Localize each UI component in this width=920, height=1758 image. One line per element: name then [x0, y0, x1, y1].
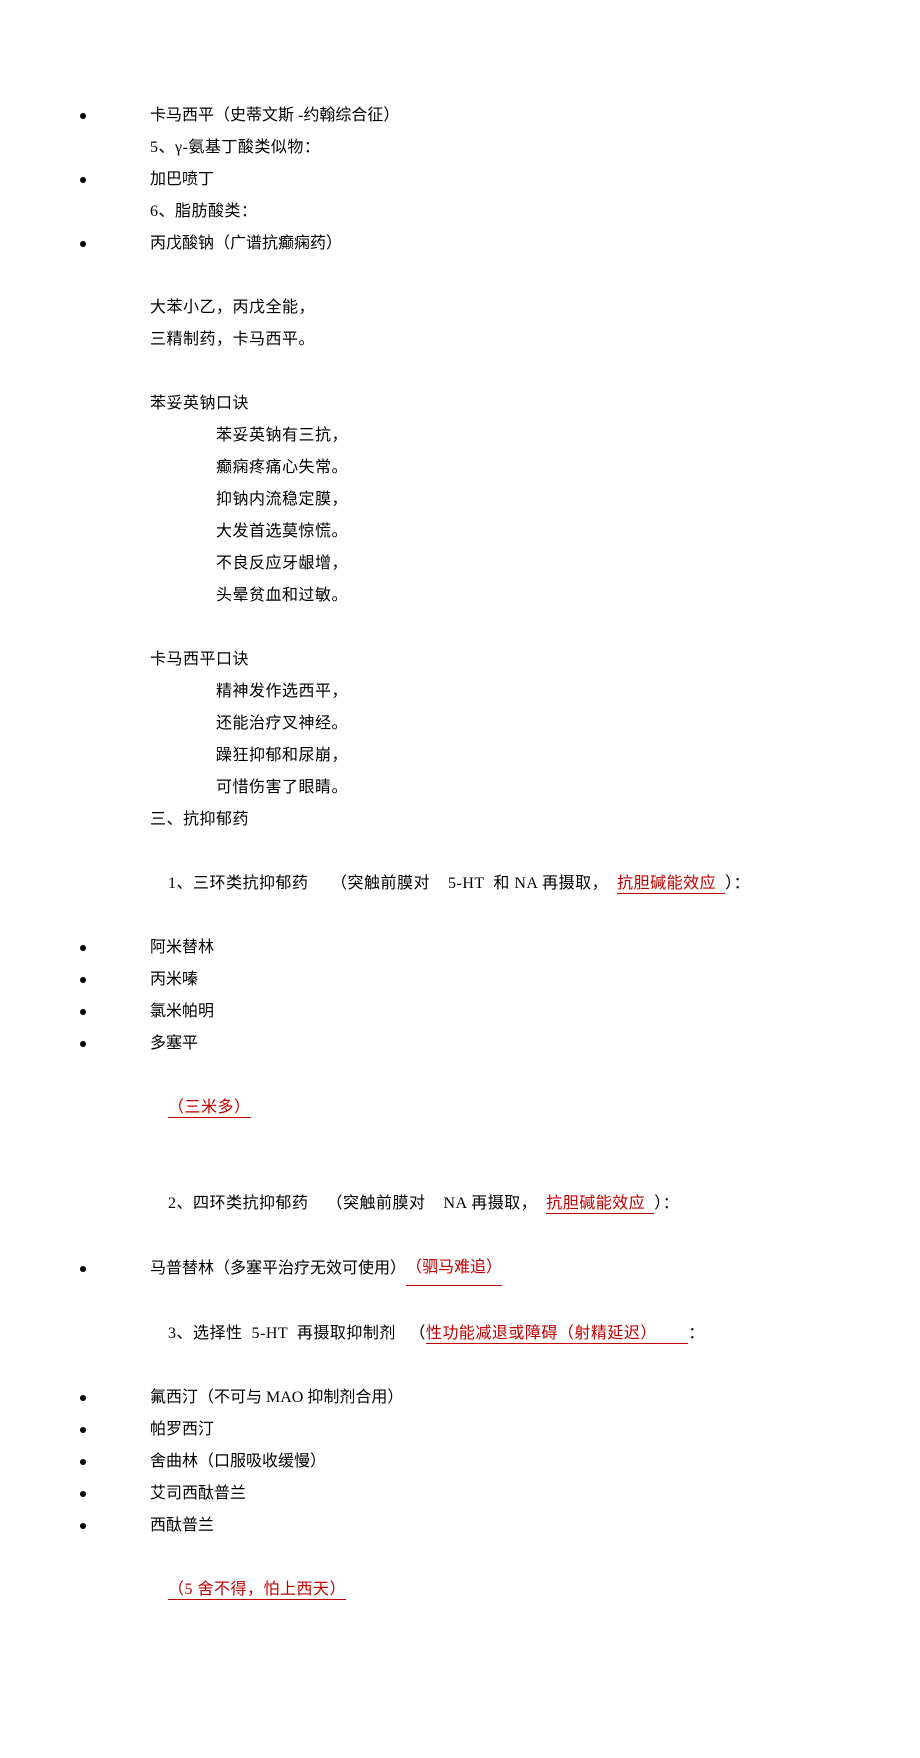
mnemonic-line: 三精制药，卡马西平。 [80, 324, 840, 356]
text-fragment: 3、选择性 5-HT 再摄取抑制剂 （ [168, 1325, 426, 1342]
heading-line: 2、四环类抗抑郁药 （突触前膜对 NA 再摄取， 抗胆碱能效应 ）： [80, 1156, 840, 1252]
text-fragment: 1、三环类抗抑郁药 （突触前膜对 5-HT 和 NA 再摄取， [168, 875, 617, 892]
bullet-item: 丙戊酸钠（广谱抗癫痫药） [80, 228, 840, 260]
list-text: 阿米替林 [150, 932, 214, 964]
heading-line: 5、γ-氨基丁酸类似物： [80, 132, 840, 164]
bullet-item: 西酞普兰 [80, 1510, 840, 1542]
heading-line: 6、脂肪酸类： [80, 196, 840, 228]
mnemonic-line: 还能治疗叉神经。 [80, 708, 840, 740]
section-title: 卡马西平口诀 [80, 644, 840, 676]
bullet-icon [80, 945, 86, 951]
document-page: 卡马西平（史蒂文斯 -约翰综合征） 5、γ-氨基丁酸类似物： 加巴喷丁 6、脂肪… [0, 0, 920, 1758]
bullet-item: 阿米替林 [80, 932, 840, 964]
list-text: 西酞普兰 [150, 1510, 214, 1542]
text-fragment: ）： [725, 875, 750, 892]
blank-line [80, 260, 840, 292]
bullet-item: 马普替林（多塞平治疗无效可使用） （驷马难追） [80, 1252, 840, 1286]
bullet-item: 丙米嗪 [80, 964, 840, 996]
bullet-icon [80, 1427, 86, 1433]
heading-line: 1、三环类抗抑郁药 （突触前膜对 5-HT 和 NA 再摄取， 抗胆碱能效应 ）… [80, 836, 840, 932]
bullet-item: 氟西汀（不可与 MAO 抑制剂合用） [80, 1382, 840, 1414]
list-text: 丙戊酸钠（广谱抗癫痫药） [150, 228, 342, 260]
emphasis-text: （三米多） [168, 1099, 251, 1118]
bullet-item: 卡马西平（史蒂文斯 -约翰综合征） [80, 100, 840, 132]
text-fragment: 2、四环类抗抑郁药 （突触前膜对 NA 再摄取， [168, 1195, 546, 1212]
bullet-icon [80, 977, 86, 983]
list-text: 多塞平 [150, 1028, 198, 1060]
emphasis-text: 抗胆碱能效应 [546, 1195, 654, 1214]
mnemonic-line: 躁狂抑郁和尿崩， [80, 740, 840, 772]
blank-line [80, 612, 840, 644]
list-text: 氟西汀（不可与 MAO 抑制剂合用） [150, 1382, 403, 1414]
mnemonic-line: 头晕贫血和过敏。 [80, 580, 840, 612]
emphasis-text: （5 舍不得，怕上西天） [168, 1581, 346, 1600]
mnemonic-line: 可惜伤害了眼睛。 [80, 772, 840, 804]
text-fragment: ）： [654, 1195, 679, 1212]
mnemonic-line: 大苯小乙，丙戊全能， [80, 292, 840, 324]
bullet-icon [80, 1266, 86, 1272]
bullet-item: 帕罗西汀 [80, 1414, 840, 1446]
bullet-icon [80, 113, 86, 119]
emphasis-text: 抗胆碱能效应 [617, 875, 725, 894]
emphasis-text: 性功能减退或障碍（射精延迟） [426, 1325, 689, 1344]
list-text: 卡马西平（史蒂文斯 -约翰综合征） [150, 100, 399, 132]
blank-line [80, 356, 840, 388]
text-fragment: ： [688, 1325, 705, 1342]
mnemonic-line: 大发首选莫惊慌。 [80, 516, 840, 548]
bullet-icon [80, 1491, 86, 1497]
section-title: 三、抗抑郁药 [80, 804, 840, 836]
bullet-icon [80, 241, 86, 247]
bullet-item: 舍曲林（口服吸收缓慢） [80, 1446, 840, 1478]
note-line: （三米多） [80, 1060, 840, 1156]
section-title: 苯妥英钠口诀 [80, 388, 840, 420]
list-text: 舍曲林（口服吸收缓慢） [150, 1446, 326, 1478]
note-line: （5 舍不得，怕上西天） [80, 1542, 840, 1638]
mnemonic-line: 癫痫疼痛心失常。 [80, 452, 840, 484]
mnemonic-line: 不良反应牙龈增， [80, 548, 840, 580]
list-text: 帕罗西汀 [150, 1414, 214, 1446]
mnemonic-line: 精神发作选西平， [80, 676, 840, 708]
bullet-icon [80, 1459, 86, 1465]
bullet-item: 艾司西酞普兰 [80, 1478, 840, 1510]
bullet-icon [80, 1009, 86, 1015]
bullet-icon [80, 1041, 86, 1047]
list-text: 艾司西酞普兰 [150, 1478, 246, 1510]
mnemonic-line: 抑钠内流稳定膜， [80, 484, 840, 516]
bullet-item: 加巴喷丁 [80, 164, 840, 196]
mnemonic-line: 苯妥英钠有三抗， [80, 420, 840, 452]
bullet-item: 多塞平 [80, 1028, 840, 1060]
bullet-item: 氯米帕明 [80, 996, 840, 1028]
list-text: 马普替林（多塞平治疗无效可使用） [150, 1253, 406, 1285]
bullet-icon [80, 177, 86, 183]
heading-line: 3、选择性 5-HT 再摄取抑制剂 （性功能减退或障碍（射精延迟） ： [80, 1286, 840, 1382]
emphasis-text: （驷马难追） [406, 1252, 502, 1286]
bullet-icon [80, 1395, 86, 1401]
list-text: 丙米嗪 [150, 964, 198, 996]
list-text: 氯米帕明 [150, 996, 214, 1028]
bullet-icon [80, 1523, 86, 1529]
list-text: 加巴喷丁 [150, 164, 214, 196]
